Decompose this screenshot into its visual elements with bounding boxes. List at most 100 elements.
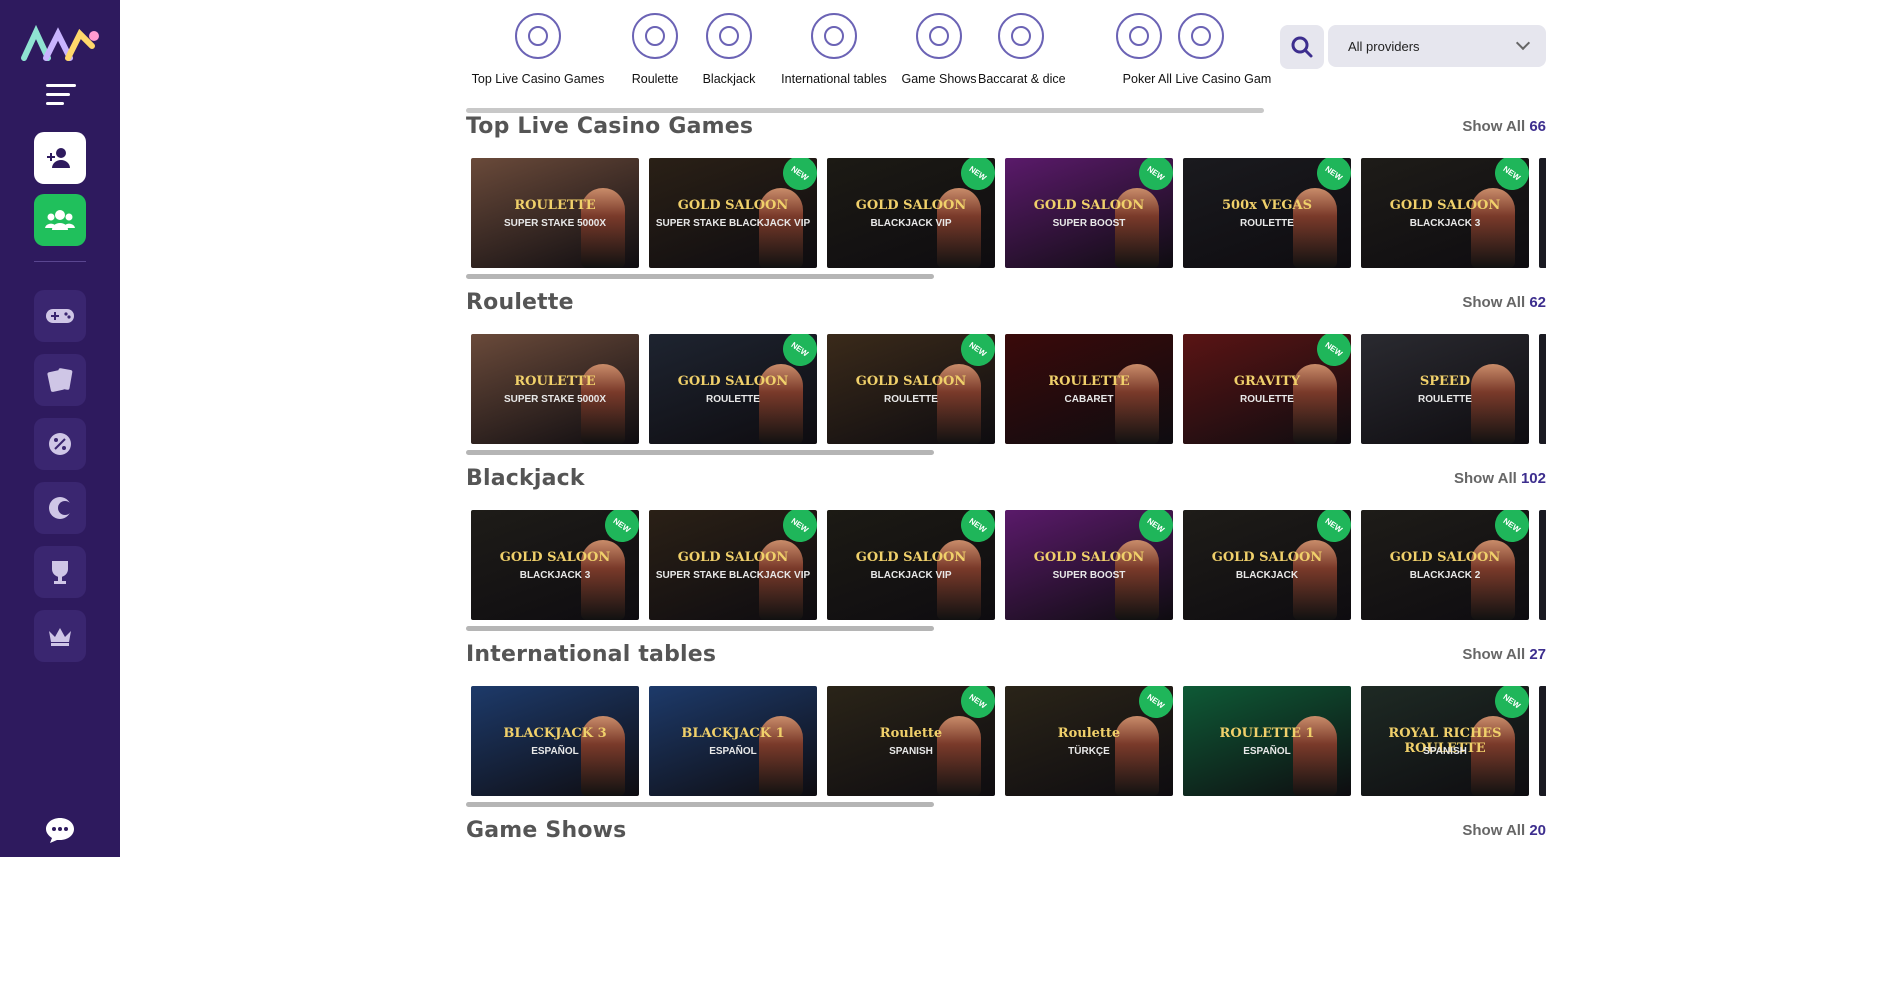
game-tile[interactable]: Roulette SPANISH NEW <box>827 686 995 796</box>
game-subtitle: ESPAÑOL <box>531 746 579 757</box>
game-tile[interactable]: GOLD SALOON BLACKJACK 2 NEW <box>1361 510 1529 620</box>
game-tile[interactable]: ROULETTE CABARET <box>1005 334 1173 444</box>
providers-select[interactable]: All providers <box>1328 25 1546 67</box>
cards-and-dice-icon <box>998 13 1044 59</box>
game-subtitle: SUPER STAKE 5000X <box>503 394 607 405</box>
section-title: Roulette <box>466 290 574 315</box>
game-carousel[interactable]: BLACKJACK 3 ESPAÑOL BLACKJACK 1 ESPAÑOL Roul… <box>471 686 1546 798</box>
game-tile[interactable]: GOLD SALOON SUPER BOOST NEW <box>1005 158 1173 268</box>
game-tile[interactable]: ROYAL RICHES ROULETTE SPANISH NEW <box>1361 686 1529 796</box>
carousel-scrollbar[interactable] <box>466 626 934 631</box>
section-game-shows: Game Shows Show All 20 <box>466 818 1546 988</box>
show-all-link[interactable]: Show All 62 <box>1462 294 1546 311</box>
game-title: GOLD SALOON <box>1033 550 1145 565</box>
game-tile[interactable]: GOLD SALOON SUPER STAKE BLACKJACK VIP NEW <box>649 158 817 268</box>
game-tile[interactable]: GOLD SALOON BLACKJACK NEW <box>1183 510 1351 620</box>
show-all-count: 27 <box>1529 646 1546 663</box>
game-title: GOLD SALOON <box>677 374 789 389</box>
game-tile[interactable]: GOLD SALOON SUPER STAKE BLACKJACK VIP NEW <box>649 510 817 620</box>
game-tile[interactable]: GOLD SALOON ROULETTE NEW <box>827 334 995 444</box>
percent-badge-icon <box>49 433 71 455</box>
game-show-host-icon <box>916 13 962 59</box>
game-carousel[interactable]: GOLD SALOON BLACKJACK 3 NEW GOLD SALOON SUPE… <box>471 510 1546 622</box>
category-tab-label: Top Live Casino Games <box>471 72 605 86</box>
category-scrollbar[interactable] <box>466 108 1264 113</box>
sidebar-item-games[interactable] <box>34 290 86 342</box>
show-all-label: Show All <box>1462 822 1530 839</box>
game-subtitle: ROULETTE <box>706 394 760 405</box>
search-button[interactable] <box>1280 25 1324 69</box>
sidebar-divider <box>34 261 86 262</box>
show-all-link[interactable]: Show All 66 <box>1462 118 1546 135</box>
category-tab-top-live-casino-games[interactable]: Top Live Casino Games <box>466 8 610 86</box>
game-title: ROULETTE <box>514 374 596 389</box>
game-tile-peek[interactable] <box>1539 334 1546 444</box>
friends-button[interactable] <box>34 194 86 246</box>
category-tab-label: Game Shows <box>901 72 977 86</box>
users-group-icon <box>45 210 75 230</box>
show-all-link[interactable]: Show All 20 <box>1462 822 1546 839</box>
game-subtitle: SUPER BOOST <box>1052 570 1126 581</box>
game-tile[interactable]: ROULETTE SUPER STAKE 5000X <box>471 158 639 268</box>
game-tile[interactable]: Roulette TÜRKÇE NEW <box>1005 686 1173 796</box>
category-tab-label: Blackjack <box>702 72 756 86</box>
game-tile[interactable]: ROULETTE SUPER STAKE 5000X <box>471 334 639 444</box>
game-title: BLACKJACK 3 <box>503 726 607 741</box>
category-tab-baccarat-dice[interactable]: Baccarat & dice <box>978 8 1066 86</box>
game-tile[interactable]: BLACKJACK 3 ESPAÑOL <box>471 686 639 796</box>
game-tile[interactable]: GOLD SALOON BLACKJACK VIP NEW <box>827 510 995 620</box>
show-all-link[interactable]: Show All 27 <box>1462 646 1546 663</box>
game-tile[interactable]: SPEED ROULETTE <box>1361 334 1529 444</box>
carousel-scrollbar[interactable] <box>466 274 934 279</box>
game-subtitle: ESPAÑOL <box>709 746 757 757</box>
game-tile[interactable]: GOLD SALOON SUPER BOOST NEW <box>1005 510 1173 620</box>
category-tab-international-tables[interactable]: International tables <box>772 8 896 86</box>
game-title: GOLD SALOON <box>1389 198 1501 213</box>
section-title: Top Live Casino Games <box>466 114 754 139</box>
carousel-scrollbar[interactable] <box>466 802 934 807</box>
brand-logo-icon[interactable] <box>20 24 100 64</box>
sidebar-item-tournaments[interactable] <box>34 546 86 598</box>
game-subtitle: ESPAÑOL <box>1243 746 1291 757</box>
cards-icon <box>47 368 73 392</box>
chevron-down-icon <box>1515 35 1531 51</box>
sidebar-item-promotions[interactable] <box>34 418 86 470</box>
chat-support-icon[interactable] <box>44 816 76 844</box>
show-all-link[interactable]: Show All 102 <box>1454 470 1546 487</box>
game-title: GOLD SALOON <box>855 198 967 213</box>
sidebar-item-cards[interactable] <box>34 354 86 406</box>
game-subtitle: SUPER STAKE 5000X <box>503 218 607 229</box>
gamepad-icon <box>46 309 74 323</box>
game-tile[interactable]: GOLD SALOON BLACKJACK 3 NEW <box>471 510 639 620</box>
carousel-scrollbar[interactable] <box>466 450 934 455</box>
game-subtitle: BLACKJACK VIP <box>870 570 952 581</box>
sidebar-item-vip[interactable] <box>34 610 86 662</box>
section-international-tables: International tables Show All 27 BLACKJACK… <box>466 642 1546 812</box>
game-tile-peek[interactable] <box>1539 510 1546 620</box>
category-tab-all-live-casino-gam[interactable]: All Live Casino Gam <box>1158 8 1271 86</box>
game-subtitle: BLACKJACK 2 <box>1409 570 1481 581</box>
game-title: GRAVITY <box>1233 374 1301 389</box>
add-user-button[interactable] <box>34 132 86 184</box>
section-title: International tables <box>466 642 717 667</box>
show-all-count: 62 <box>1529 294 1546 311</box>
game-title: GOLD SALOON <box>1389 550 1501 565</box>
game-subtitle: SPANISH <box>889 746 933 757</box>
game-tile-peek[interactable] <box>1539 686 1546 796</box>
category-tab-game-shows[interactable]: Game Shows <box>896 8 982 86</box>
game-tile[interactable]: 500x VEGAS ROULETTE NEW <box>1183 158 1351 268</box>
game-tile[interactable]: BLACKJACK 1 ESPAÑOL <box>649 686 817 796</box>
game-carousel[interactable]: ROULETTE SUPER STAKE 5000X GOLD SALOON ROUL… <box>471 334 1546 446</box>
category-tab-blackjack[interactable]: Blackjack <box>686 8 772 86</box>
game-tile-peek[interactable] <box>1539 158 1546 268</box>
game-tile[interactable]: ROULETTE 1 ESPAÑOL <box>1183 686 1351 796</box>
sidebar-item-live[interactable] <box>34 482 86 534</box>
menu-toggle-button[interactable] <box>46 84 76 106</box>
game-tile[interactable]: GOLD SALOON ROULETTE NEW <box>649 334 817 444</box>
game-carousel[interactable]: ROULETTE SUPER STAKE 5000X GOLD SALOON SUPE… <box>471 158 1546 270</box>
game-title: ROULETTE <box>1048 374 1130 389</box>
trophy-icon <box>52 561 68 584</box>
game-tile[interactable]: GOLD SALOON BLACKJACK 3 NEW <box>1361 158 1529 268</box>
game-tile[interactable]: GRAVITY ROULETTE NEW <box>1183 334 1351 444</box>
game-tile[interactable]: GOLD SALOON BLACKJACK VIP NEW <box>827 158 995 268</box>
